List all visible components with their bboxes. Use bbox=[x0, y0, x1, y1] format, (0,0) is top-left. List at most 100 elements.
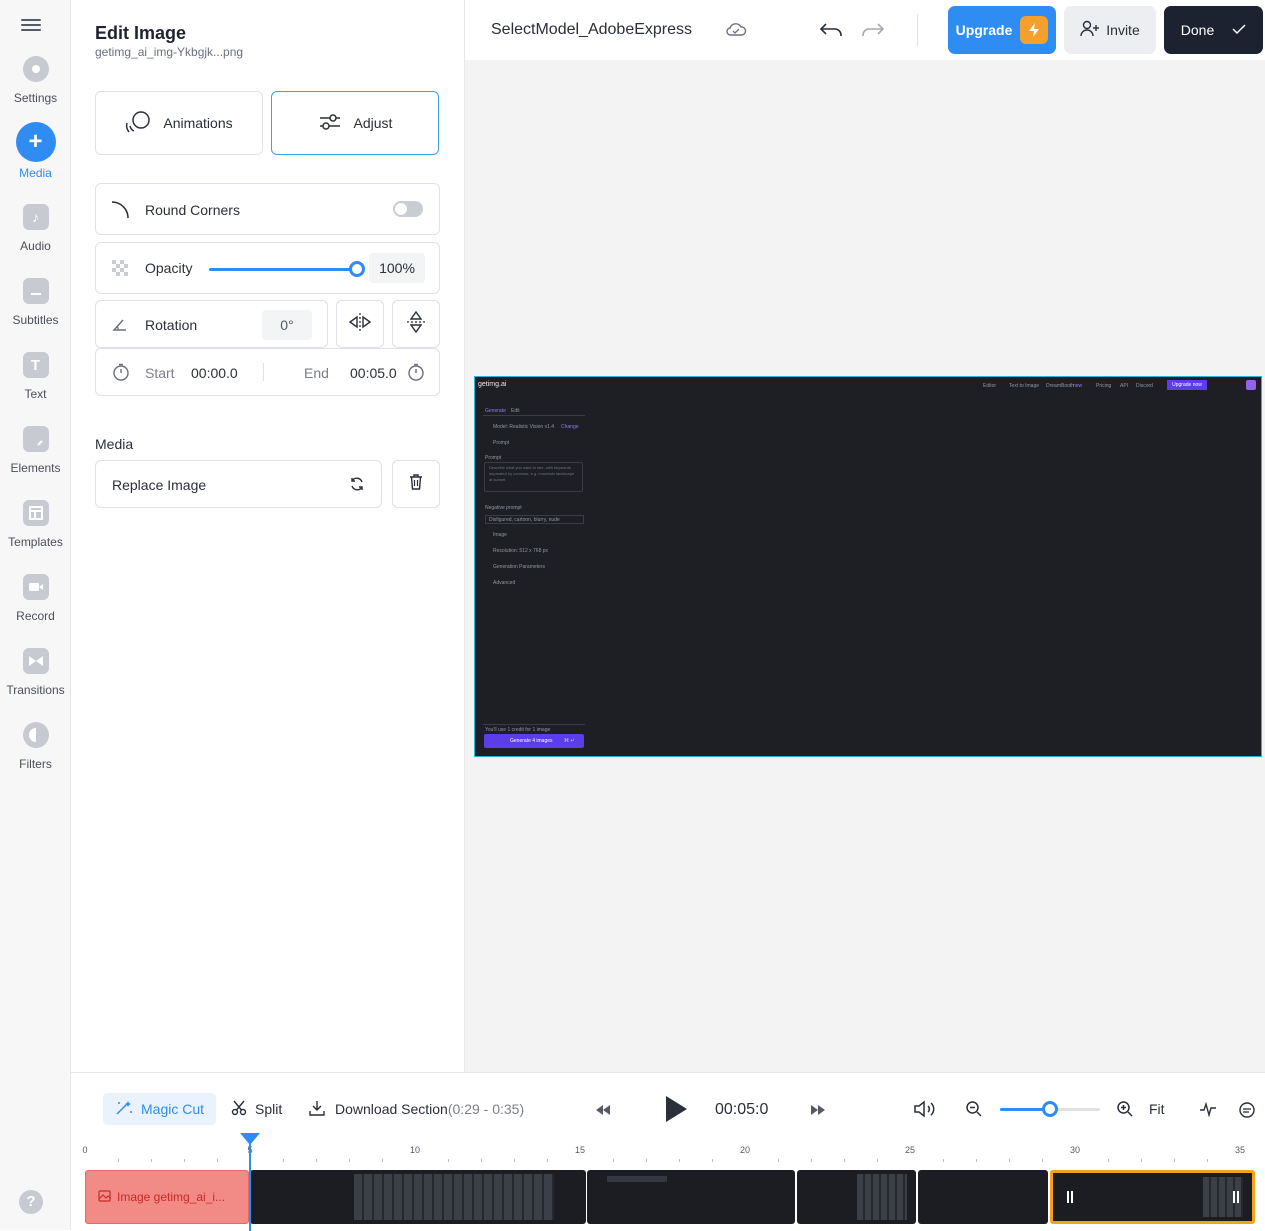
opacity-value[interactable]: 100% bbox=[369, 253, 425, 283]
round-corners-toggle[interactable] bbox=[393, 201, 423, 217]
lightning-icon bbox=[1020, 16, 1049, 44]
invite-label: Invite bbox=[1106, 22, 1140, 38]
replace-image-button[interactable]: Replace Image bbox=[95, 460, 382, 508]
sidebar-item-settings[interactable]: Settings bbox=[0, 56, 71, 126]
image-clip[interactable]: Image getimg_ai_i... bbox=[85, 1170, 249, 1224]
help-icon[interactable]: ? bbox=[19, 1190, 43, 1214]
upgrade-button[interactable]: Upgrade bbox=[948, 6, 1056, 54]
video-clip[interactable] bbox=[250, 1170, 586, 1224]
preview-nav-item: Text to Image bbox=[1009, 383, 1040, 389]
video-clip[interactable] bbox=[587, 1170, 795, 1224]
download-section-button[interactable]: Download Section (0:29 - 0:35) bbox=[309, 1093, 524, 1125]
start-label: Start bbox=[145, 365, 175, 381]
zoom-slider-handle[interactable] bbox=[1042, 1101, 1058, 1117]
subtitles-toggle-icon[interactable] bbox=[1238, 1101, 1256, 1124]
opacity-slider[interactable] bbox=[209, 261, 365, 277]
delete-button[interactable] bbox=[392, 460, 440, 508]
done-button[interactable]: Done bbox=[1164, 6, 1263, 54]
ruler-tick bbox=[943, 1159, 944, 1162]
sticker-icon bbox=[22, 426, 49, 452]
preview-tab: Edit bbox=[511, 408, 520, 414]
playhead[interactable] bbox=[240, 1133, 260, 1231]
fit-button[interactable]: Fit bbox=[1149, 1101, 1165, 1117]
timing-row: Start 00:00.0 End 00:05.0 bbox=[95, 348, 440, 396]
animations-label: Animations bbox=[163, 115, 233, 131]
opacity-row: Opacity 100% bbox=[95, 242, 440, 294]
sidebar-item-transitions[interactable]: Transitions bbox=[0, 648, 71, 718]
split-button[interactable]: Split bbox=[231, 1093, 282, 1125]
start-time-input[interactable]: 00:00.0 bbox=[191, 365, 238, 381]
done-label: Done bbox=[1180, 22, 1215, 38]
waveform-icon[interactable] bbox=[1199, 1101, 1217, 1122]
ruler-tick bbox=[151, 1159, 152, 1162]
sidebar-item-filters[interactable]: Filters bbox=[0, 722, 71, 792]
hamburger-menu-icon[interactable] bbox=[21, 16, 41, 36]
image-clip-label: Image getimg_ai_i... bbox=[117, 1190, 226, 1204]
media-heading: Media bbox=[95, 436, 134, 452]
magic-cut-button[interactable]: Magic Cut bbox=[103, 1093, 217, 1125]
rotation-label: Rotation bbox=[145, 317, 198, 333]
download-range: (0:29 - 0:35) bbox=[447, 1101, 525, 1117]
rotation-value[interactable]: 0° bbox=[262, 310, 312, 340]
corner-icon bbox=[110, 200, 130, 225]
edit-image-panel: Edit Image getimg_ai_img-Ykbgjk...png An… bbox=[71, 0, 465, 1072]
project-name[interactable]: SelectModel_AdobeExpress bbox=[491, 21, 692, 39]
download-section-label: Download Section bbox=[335, 1101, 448, 1117]
flip-vertical-icon bbox=[406, 310, 426, 339]
preview-tab: Generate bbox=[485, 408, 506, 414]
zoom-in-icon[interactable] bbox=[1116, 1100, 1134, 1123]
image-preview[interactable]: getimg.ai Editor Text to Image DreamBoot… bbox=[474, 376, 1262, 757]
video-clip[interactable] bbox=[918, 1170, 1048, 1224]
sidebar-item-audio[interactable]: ♪ Audio bbox=[0, 204, 71, 274]
invite-button[interactable]: Invite bbox=[1064, 6, 1156, 54]
rotation-row: Rotation 0° bbox=[95, 300, 328, 348]
clip-thumbnails bbox=[607, 1176, 667, 1182]
preview-model-change: Change bbox=[561, 424, 579, 430]
ruler-tick bbox=[778, 1159, 779, 1162]
ruler-tick bbox=[184, 1159, 185, 1162]
trim-handle-right-icon[interactable] bbox=[1233, 1191, 1239, 1203]
video-clip[interactable] bbox=[797, 1170, 916, 1224]
sidebar-item-elements[interactable]: Elements bbox=[0, 426, 71, 496]
rewind-icon[interactable] bbox=[595, 1103, 611, 1121]
text-icon: T bbox=[22, 352, 49, 378]
round-corners-label: Round Corners bbox=[145, 202, 240, 218]
fast-forward-icon[interactable] bbox=[810, 1103, 826, 1121]
angle-icon bbox=[112, 316, 128, 337]
undo-icon[interactable] bbox=[819, 20, 843, 45]
flip-vertical-button[interactable] bbox=[392, 300, 440, 348]
selected-video-clip[interactable] bbox=[1050, 1170, 1255, 1224]
timeline-ruler[interactable]: 05101520253035 bbox=[82, 1145, 1245, 1165]
flip-horizontal-button[interactable] bbox=[336, 300, 384, 348]
sidebar-item-label: Settings bbox=[13, 91, 58, 105]
checkerboard-icon bbox=[112, 260, 128, 281]
preview-divider bbox=[483, 724, 585, 725]
adjust-button[interactable]: Adjust bbox=[271, 91, 439, 155]
ruler-tick bbox=[514, 1159, 515, 1162]
refresh-icon bbox=[349, 476, 365, 497]
ruler-tick bbox=[1207, 1159, 1208, 1162]
sidebar-item-subtitles[interactable]: Subtitles bbox=[0, 278, 71, 348]
opacity-slider-handle[interactable] bbox=[349, 261, 365, 277]
redo-icon[interactable] bbox=[861, 20, 885, 45]
animations-button[interactable]: Animations bbox=[95, 91, 263, 155]
preview-canvas[interactable]: getimg.ai Editor Text to Image DreamBoot… bbox=[465, 60, 1265, 1072]
zoom-slider[interactable] bbox=[1000, 1101, 1100, 1117]
play-icon[interactable] bbox=[664, 1095, 688, 1128]
sidebar-item-templates[interactable]: Templates bbox=[0, 500, 71, 570]
sidebar-item-text[interactable]: T Text bbox=[0, 352, 71, 422]
end-time-input[interactable]: 00:05.0 bbox=[350, 365, 397, 381]
add-user-icon bbox=[1080, 20, 1100, 41]
volume-icon[interactable] bbox=[913, 1099, 937, 1124]
ruler-tick bbox=[349, 1159, 350, 1162]
ruler-tick bbox=[976, 1159, 977, 1162]
preview-nav-item: Discord bbox=[1136, 383, 1153, 389]
sidebar-item-media[interactable]: + Media bbox=[0, 122, 71, 192]
zoom-out-icon[interactable] bbox=[965, 1100, 983, 1123]
ruler-tick bbox=[712, 1159, 713, 1162]
trim-handle-left-icon[interactable] bbox=[1067, 1191, 1073, 1203]
subtitles-icon bbox=[22, 278, 49, 304]
top-bar: SelectModel_AdobeExpress Upgrade Invite … bbox=[465, 0, 1265, 60]
sidebar-item-record[interactable]: Record bbox=[0, 574, 71, 644]
sidebar-item-label: Text bbox=[24, 387, 47, 401]
